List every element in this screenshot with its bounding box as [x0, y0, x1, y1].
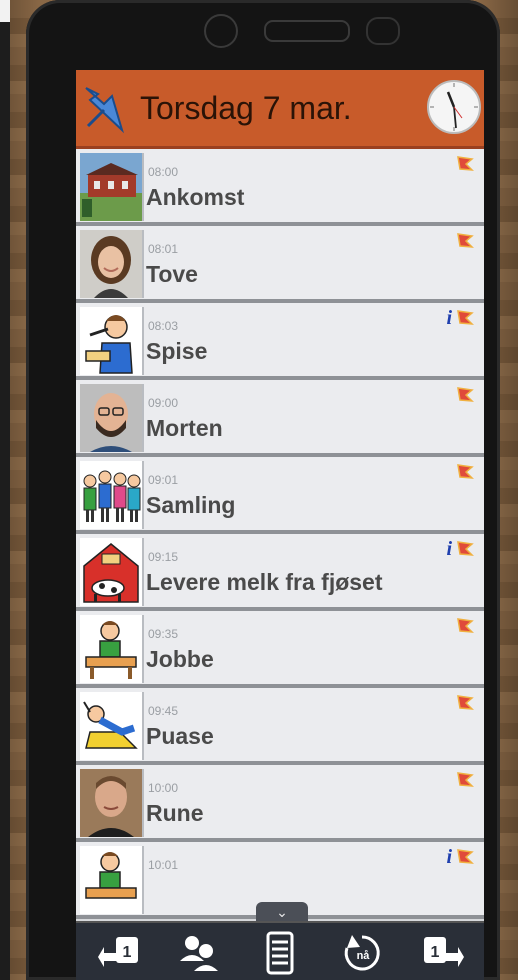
bottom-toolbar: 1 nå 1	[76, 921, 484, 980]
clock-icon[interactable]	[426, 78, 482, 136]
entry-time: 09:45	[148, 704, 179, 718]
entry-time: 09:15	[148, 550, 179, 564]
list-item[interactable]: 09:35 Jobbe	[76, 611, 484, 688]
flag-icon[interactable]	[456, 232, 474, 250]
now-label: nå	[357, 950, 371, 962]
working-pictogram	[80, 615, 144, 683]
woman-photo	[80, 230, 144, 298]
man-photo	[80, 384, 144, 452]
info-icon[interactable]: i	[446, 307, 452, 330]
list-item[interactable]: 09:00 Morten	[76, 380, 484, 457]
man-photo	[80, 769, 144, 837]
info-icon[interactable]: i	[446, 846, 452, 869]
scroll-down-tab[interactable]: ⌄	[256, 902, 308, 922]
working-pictogram	[80, 846, 144, 914]
proximity-sensor	[366, 17, 400, 45]
flag-icon[interactable]	[456, 309, 474, 327]
entry-title: Samling	[146, 492, 236, 518]
entry-time: 09:35	[148, 627, 179, 641]
page-title: Torsdag 7 mar.	[140, 90, 352, 126]
entry-title: Ankomst	[146, 184, 245, 210]
previous-day-label: 1	[123, 944, 132, 961]
entry-time: 09:01	[148, 473, 179, 487]
flag-icon[interactable]	[456, 155, 474, 173]
list-item[interactable]: 08:01 Tove	[76, 226, 484, 303]
resting-pictogram	[80, 692, 144, 760]
eating-pictogram	[80, 307, 144, 375]
flag-icon[interactable]	[456, 617, 474, 635]
flag-icon[interactable]	[456, 463, 474, 481]
building-photo	[80, 153, 144, 221]
entry-time: 08:03	[148, 319, 179, 333]
flag-icon[interactable]	[456, 540, 474, 558]
list-item[interactable]: 10:00 Rune	[76, 765, 484, 842]
entry-title: Jobbe	[146, 646, 214, 672]
previous-day-button[interactable]: 1	[98, 931, 146, 975]
flag-icon[interactable]	[456, 386, 474, 404]
list-item[interactable]: 09:01 Samling	[76, 457, 484, 534]
flag-icon[interactable]	[456, 771, 474, 789]
day-header: Torsdag 7 mar.	[76, 70, 484, 149]
earpiece-speaker	[264, 20, 350, 42]
list-item[interactable]: 08:03 Spise i	[76, 303, 484, 380]
list-item[interactable]: 09:45 Puase	[76, 688, 484, 765]
entry-title: Rune	[146, 800, 204, 826]
left-edge-highlight	[0, 0, 10, 22]
entry-time: 08:00	[148, 165, 179, 179]
now-button[interactable]: nå	[338, 931, 386, 975]
entry-title: Puase	[146, 723, 214, 749]
entry-time: 10:01	[148, 858, 179, 872]
front-camera	[204, 14, 238, 48]
entry-time: 08:01	[148, 242, 179, 256]
left-edge	[0, 0, 10, 980]
flag-icon[interactable]	[456, 694, 474, 712]
entry-time: 10:00	[148, 781, 179, 795]
entry-title: Spise	[146, 338, 208, 364]
entry-title: Morten	[146, 415, 223, 441]
next-day-label: 1	[431, 944, 440, 961]
barn-pictogram	[80, 538, 144, 606]
list-item[interactable]: 09:15 Levere melk fra fjøset i	[76, 534, 484, 611]
entry-title: Levere melk fra fjøset	[146, 569, 383, 595]
app-screen: Torsdag 7 mar. 08:00 Ankomst 08:01 Tove …	[76, 70, 484, 980]
next-day-button[interactable]: 1	[416, 931, 464, 975]
list-item[interactable]: 08:00 Ankomst	[76, 149, 484, 226]
pushpin-icon[interactable]	[82, 80, 132, 136]
flag-icon[interactable]	[456, 848, 474, 866]
group-pictogram	[80, 461, 144, 529]
people-icon[interactable]	[176, 931, 224, 975]
list-view-icon[interactable]	[256, 931, 304, 975]
entry-title: Tove	[146, 261, 198, 287]
info-icon[interactable]: i	[446, 538, 452, 561]
entry-time: 09:00	[148, 396, 179, 410]
